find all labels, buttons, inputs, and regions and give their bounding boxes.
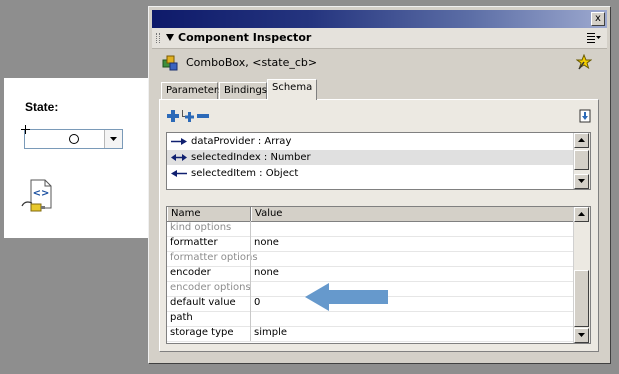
column-header-value[interactable]: Value — [251, 207, 576, 221]
scroll-down-button[interactable] — [574, 174, 589, 189]
property-value[interactable]: 0 — [254, 296, 260, 310]
component-name: ComboBox, <state_cb> — [186, 56, 318, 69]
combobox-dropdown-button[interactable] — [104, 130, 122, 148]
schema-tab-content: dataProvider : Array selectedIndex : Num… — [159, 99, 599, 352]
grid-row[interactable]: kind options — [167, 221, 574, 237]
schema-item-label: dataProvider : Array — [191, 136, 292, 147]
chevron-down-icon — [578, 333, 585, 337]
state-combobox[interactable] — [24, 129, 123, 149]
stage-area: State: <> — [4, 78, 150, 238]
add-subfield-icon[interactable] — [181, 109, 195, 123]
arrow-out-icon — [171, 170, 187, 177]
panel-titlebar[interactable]: x — [152, 10, 607, 28]
property-name: storage type — [170, 327, 234, 338]
pin-icon[interactable] — [576, 54, 592, 70]
property-value[interactable]: none — [254, 236, 279, 250]
panel-header: Component Inspector — [152, 28, 607, 49]
grid-row[interactable]: encoder none — [167, 266, 574, 282]
column-header-name[interactable]: Name — [167, 207, 251, 221]
tab-schema[interactable]: Schema — [267, 79, 317, 100]
combobox-component-icon — [162, 55, 178, 71]
remove-field-icon[interactable] — [196, 109, 210, 123]
grid-row[interactable]: formatter options — [167, 251, 574, 267]
drag-grip-icon[interactable] — [156, 33, 160, 43]
close-button[interactable]: x — [591, 12, 605, 26]
grid-row[interactable]: formatter none — [167, 236, 574, 252]
connector-component-icon[interactable]: <> — [19, 178, 53, 214]
schema-item-dataprovider[interactable]: dataProvider : Array — [167, 134, 574, 149]
schema-item-selectedindex[interactable]: selectedIndex : Number — [167, 150, 574, 165]
property-name: path — [170, 312, 193, 323]
collapse-arrow-icon[interactable] — [166, 34, 174, 41]
import-schema-icon[interactable] — [578, 109, 592, 123]
scroll-thumb[interactable] — [574, 150, 589, 170]
chevron-up-icon — [578, 212, 585, 216]
tab-parameters[interactable]: Parameters — [161, 82, 223, 99]
schema-item-selecteditem[interactable]: selectedItem : Object — [167, 166, 574, 181]
property-value[interactable]: simple — [254, 326, 287, 340]
grid-row[interactable]: storage type simple — [167, 326, 574, 342]
schema-properties-grid: Name Value kind options formatter none fo… — [166, 206, 591, 344]
tab-bindings[interactable]: Bindings — [219, 82, 267, 99]
scroll-up-button[interactable] — [574, 133, 589, 148]
panel-title: Component Inspector — [178, 31, 312, 44]
property-name: formatter — [170, 237, 218, 248]
property-name: default value — [170, 297, 236, 308]
property-name: formatter options — [170, 252, 258, 263]
grid-scrollbar[interactable] — [573, 207, 590, 343]
property-value[interactable]: none — [254, 266, 279, 280]
scroll-up-button[interactable] — [574, 207, 589, 222]
schema-list-scrollbar[interactable] — [573, 133, 590, 189]
arrow-in-icon — [171, 138, 187, 145]
add-field-icon[interactable] — [166, 109, 180, 123]
grid-header: Name Value — [167, 207, 574, 222]
crosshair-icon — [21, 125, 30, 134]
chevron-up-icon — [578, 138, 585, 142]
scroll-thumb[interactable] — [574, 270, 589, 327]
schema-item-label: selectedIndex : Number — [191, 152, 311, 163]
registration-point-icon — [69, 134, 79, 144]
property-name: encoder options — [170, 282, 251, 293]
pointer-arrow — [305, 283, 388, 311]
property-name: encoder — [170, 267, 211, 278]
property-name: kind options — [170, 222, 232, 233]
schema-list: dataProvider : Array selectedIndex : Num… — [166, 132, 591, 190]
grid-row[interactable]: path — [167, 311, 574, 327]
state-label: State: — [25, 100, 59, 114]
svg-text:<>: <> — [33, 188, 50, 199]
chevron-down-icon — [578, 179, 585, 183]
schema-item-label: selectedItem : Object — [191, 168, 299, 179]
scroll-down-button[interactable] — [574, 328, 589, 343]
arrow-in-out-icon — [171, 154, 187, 161]
chevron-down-icon — [110, 137, 117, 141]
panel-options-icon[interactable] — [587, 32, 601, 44]
